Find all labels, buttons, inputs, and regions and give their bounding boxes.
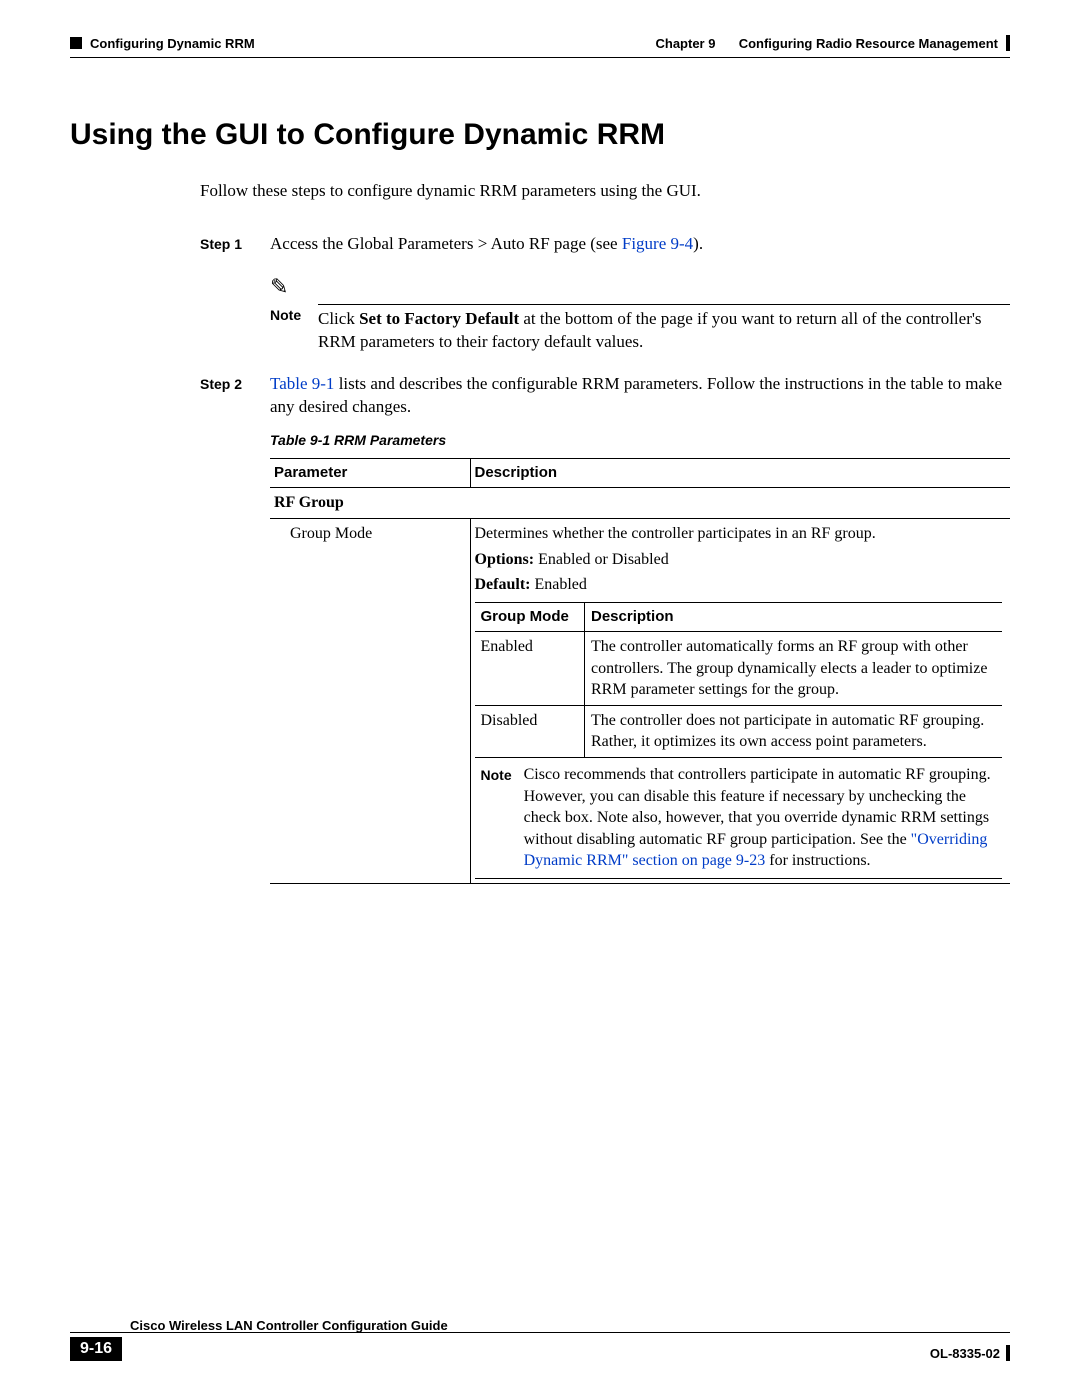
inner-enabled: Enabled [475,632,585,706]
page-header: Configuring Dynamic RRM Chapter 9 Config… [70,35,1010,51]
figure-link[interactable]: Figure 9-4 [622,234,693,253]
inner-col-desc: Description [585,602,1003,631]
param-group-mode: Group Mode [270,519,470,884]
inner-disabled-desc: The controller does not participate in a… [585,705,1003,757]
col-parameter: Parameter [270,459,470,488]
step-1: Step 1 Access the Global Parameters > Au… [200,233,1010,354]
inner-note-label: Note [481,764,512,872]
inner-note-text: Cisco recommends that controllers partic… [524,764,996,872]
step-1-text-after: ). [693,234,703,253]
inner-enabled-desc: The controller automatically forms an RF… [585,632,1003,706]
inner-disabled: Disabled [475,705,585,757]
header-chapter-title: Configuring Radio Resource Management [739,36,998,51]
param-group-mode-desc: Determines whether the controller partic… [470,519,1010,884]
table-caption: Table 9-1 RRM Parameters [270,431,1010,450]
step-2: Step 2 Table 9-1 lists and describes the… [200,373,1010,884]
note-pencil-icon: ✎ [270,272,288,302]
col-description: Description [470,459,1010,488]
step-1-text-before: Access the Global Parameters > Auto RF p… [270,234,622,253]
table-link[interactable]: Table 9-1 [270,374,334,393]
step-2-text: lists and describes the configurable RRM… [270,374,1002,416]
inner-col-mode: Group Mode [475,602,585,631]
header-square-icon [70,37,82,49]
footer-bar-icon [1006,1345,1010,1361]
page-title: Using the GUI to Configure Dynamic RRM [70,118,1010,152]
header-rule [70,57,1010,58]
footer-guide-title: Cisco Wireless LAN Controller Configurat… [130,1318,448,1333]
header-chapter: Chapter 9 [655,36,715,51]
page-number-badge: 9-16 [70,1337,122,1361]
rrm-parameters-table: Parameter Description RF Group Group Mod… [270,458,1010,884]
note-text: Click Set to Factory Default at the bott… [318,304,1010,354]
header-section-left: Configuring Dynamic RRM [90,36,255,51]
inner-note: Note Cisco recommends that controllers p… [481,762,997,874]
intro-text: Follow these steps to configure dynamic … [200,180,1010,203]
section-rf-group: RF Group [270,488,1010,519]
header-bar-icon [1006,35,1010,51]
note-label: Note [270,304,318,354]
step-1-label: Step 1 [200,233,270,354]
page-footer: 9-16 OL-8335-02 Cisco Wireless LAN Contr… [70,1332,1010,1361]
step-2-label: Step 2 [200,373,270,884]
group-mode-subtable: Group Mode Description Enabled The contr… [475,602,1003,879]
doc-number: OL-8335-02 [930,1346,1000,1361]
